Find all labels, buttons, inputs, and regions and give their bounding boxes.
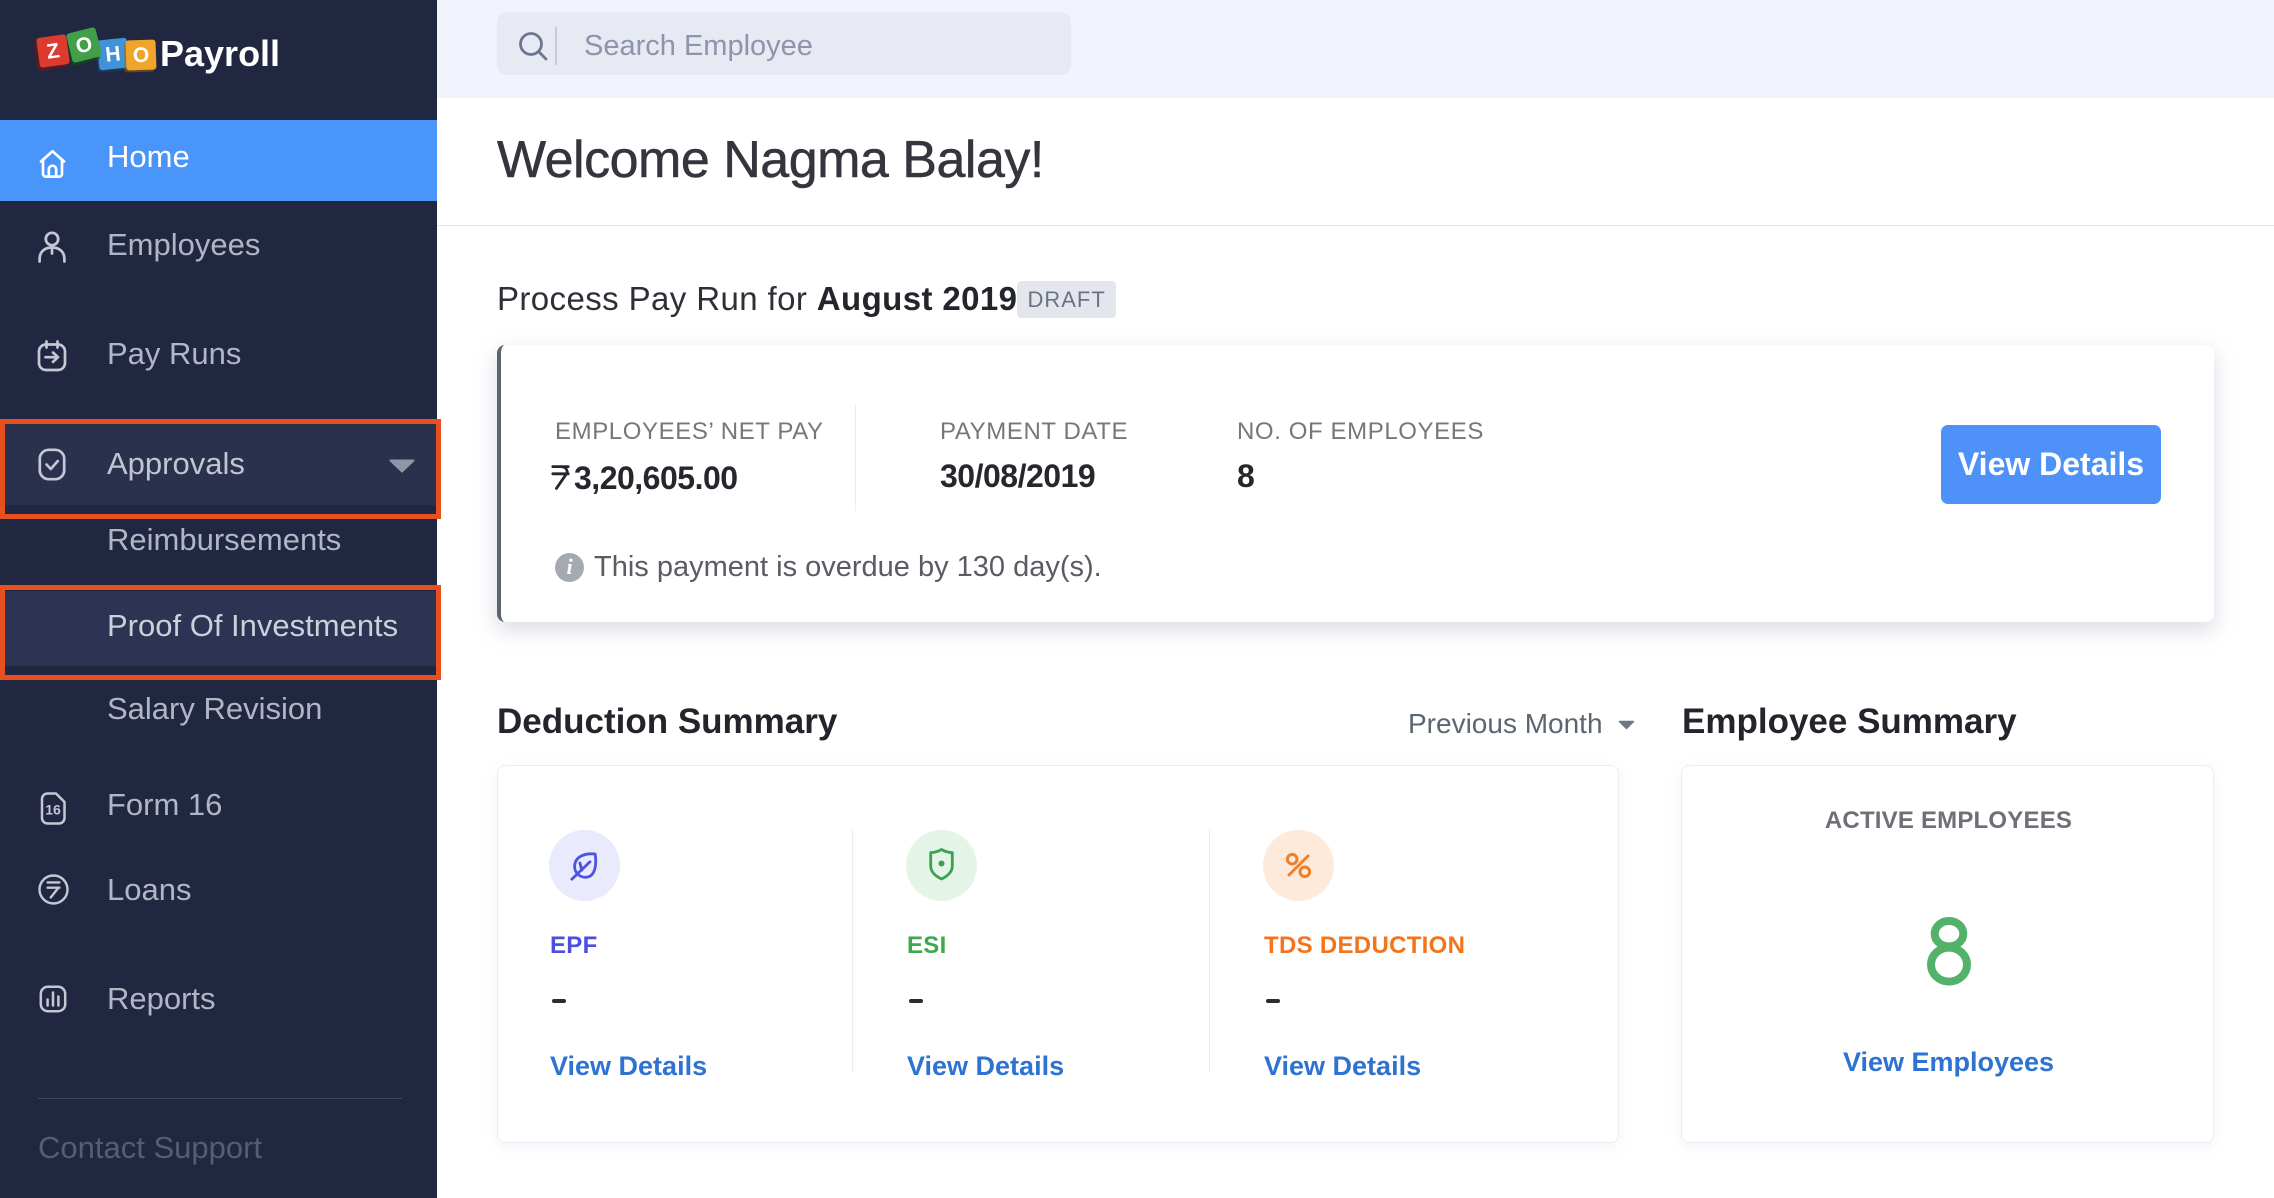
svg-text:16: 16 (45, 802, 61, 818)
